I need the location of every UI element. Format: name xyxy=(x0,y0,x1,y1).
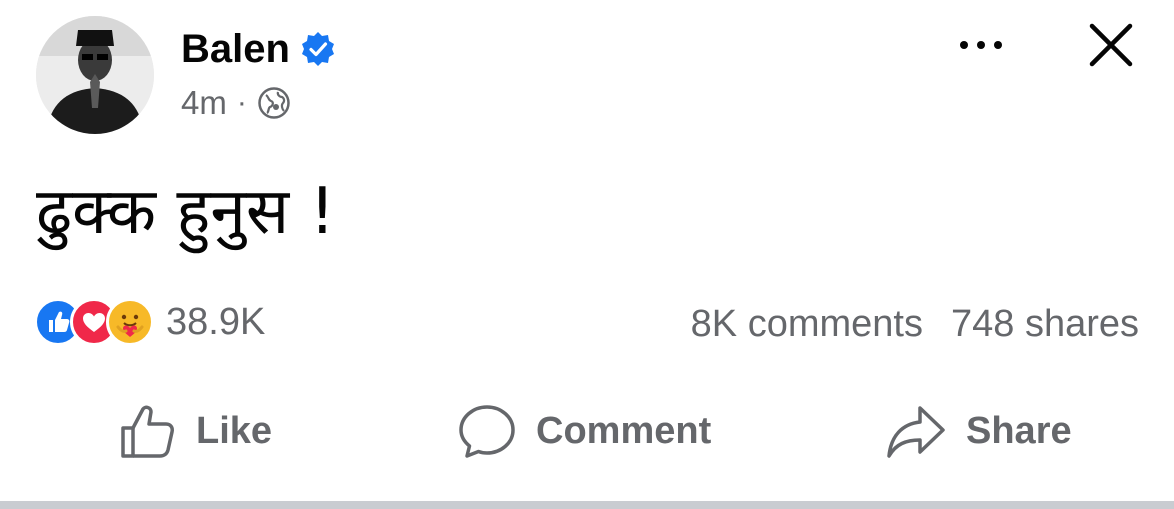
shares-count-link[interactable]: 748 shares xyxy=(951,302,1139,346)
share-arrow-icon xyxy=(887,406,945,458)
verified-badge-icon xyxy=(300,31,336,67)
like-button[interactable]: Like xyxy=(118,398,272,464)
more-dots-icon xyxy=(960,41,1002,49)
post-timestamp[interactable]: 4m xyxy=(181,84,227,122)
bottom-divider xyxy=(0,501,1174,509)
reaction-count: 38.9K xyxy=(166,301,266,343)
globe-icon[interactable] xyxy=(257,86,291,120)
author-name[interactable]: Balen xyxy=(181,26,290,72)
author-avatar[interactable] xyxy=(36,16,154,134)
share-button[interactable]: Share xyxy=(886,398,1072,464)
comment-bubble-icon xyxy=(459,405,515,458)
thumbs-up-icon xyxy=(121,405,174,458)
engagement-stats: 8K comments 748 shares xyxy=(691,302,1139,346)
care-reaction-icon xyxy=(106,298,154,346)
meta-separator: · xyxy=(236,86,247,119)
like-label: Like xyxy=(196,409,273,452)
close-icon xyxy=(1089,23,1133,67)
close-button[interactable] xyxy=(1086,20,1136,70)
more-options-button[interactable] xyxy=(956,30,1006,60)
post-actions-bar: Like Comment Share xyxy=(0,398,1174,464)
post-body-text: ढुक्क हुनुस ! xyxy=(36,175,336,249)
comment-label: Comment xyxy=(536,409,712,452)
reactions-summary[interactable]: 38.9K xyxy=(34,298,265,346)
comments-count-link[interactable]: 8K comments xyxy=(691,302,923,346)
share-label: Share xyxy=(966,409,1072,452)
post-meta: 4m · xyxy=(181,84,291,122)
author-row: Balen xyxy=(181,26,336,72)
comment-button[interactable]: Comment xyxy=(458,398,711,464)
avatar-image xyxy=(36,16,154,134)
